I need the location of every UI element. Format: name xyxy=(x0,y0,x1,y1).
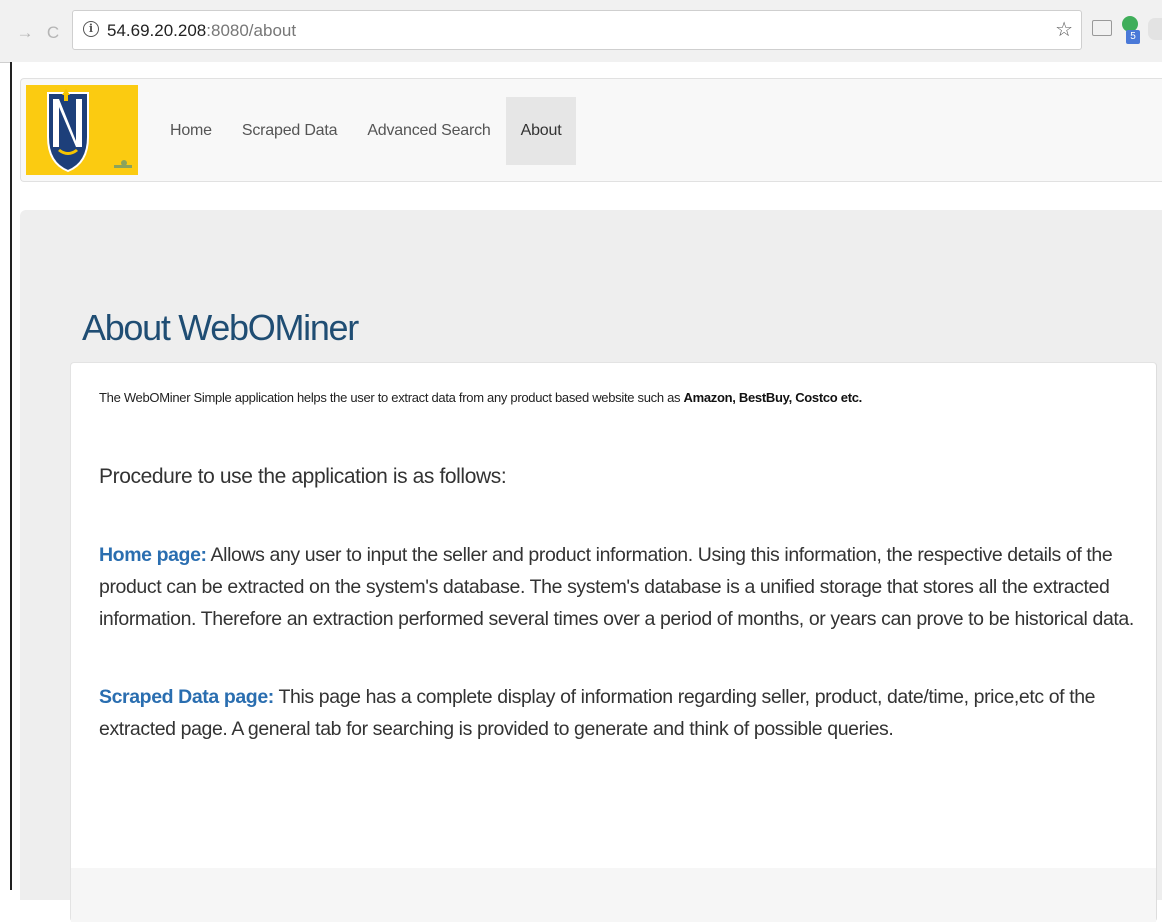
back-arrow-icon[interactable]: → xyxy=(14,22,36,44)
navbar: Home Scraped Data Advanced Search About xyxy=(20,78,1162,182)
nav-advanced-search[interactable]: Advanced Search xyxy=(352,97,505,165)
nav-scraped-data[interactable]: Scraped Data xyxy=(227,97,352,165)
intro-sites: Amazon, BestBuy, Costco etc. xyxy=(683,390,863,405)
reload-icon[interactable]: C xyxy=(42,22,64,44)
about-panel: The WebOMiner Simple application helps t… xyxy=(70,362,1157,922)
panel-footer xyxy=(71,868,1156,922)
intro-text: The WebOMiner Simple application helps t… xyxy=(99,389,1139,407)
info-icon[interactable]: i xyxy=(83,21,99,37)
page-viewport: Home Scraped Data Advanced Search About … xyxy=(10,62,1162,922)
about-jumbotron: About WebOMiner The WebOMiner Simple app… xyxy=(20,210,1162,922)
extension-badge: 5 xyxy=(1126,30,1140,44)
scraped-data-section: Scraped Data page: This page has a compl… xyxy=(99,681,1147,745)
profile-icon[interactable] xyxy=(1148,18,1162,40)
shield-logo-icon xyxy=(26,85,138,175)
home-page-section: Home page: Allows any user to input the … xyxy=(99,539,1147,635)
scraped-data-label: Scraped Data page: xyxy=(99,686,274,708)
url-host: 54.69.20.208 xyxy=(107,21,207,40)
address-bar[interactable]: i 54.69.20.208:8080/about ☆ xyxy=(72,10,1082,50)
university-logo[interactable] xyxy=(26,85,138,175)
url-path: :8080/about xyxy=(206,21,297,40)
browser-chrome: → C i 54.69.20.208:8080/about ☆ 5 xyxy=(0,0,1162,63)
intro-prefix: The WebOMiner Simple application helps t… xyxy=(99,390,684,405)
cast-icon[interactable] xyxy=(1092,20,1112,36)
page-title: About WebOMiner xyxy=(82,307,359,348)
procedure-heading: Procedure to use the application is as f… xyxy=(99,465,507,488)
nav-links: Home Scraped Data Advanced Search About xyxy=(155,97,577,165)
home-page-label: Home page: xyxy=(99,544,207,566)
home-page-description: Allows any user to input the seller and … xyxy=(99,544,1134,630)
nav-about[interactable]: About xyxy=(505,97,577,165)
url-text[interactable]: 54.69.20.208:8080/about xyxy=(107,21,296,41)
nav-home[interactable]: Home xyxy=(155,97,227,165)
bookmark-star-icon[interactable]: ☆ xyxy=(1055,18,1073,42)
